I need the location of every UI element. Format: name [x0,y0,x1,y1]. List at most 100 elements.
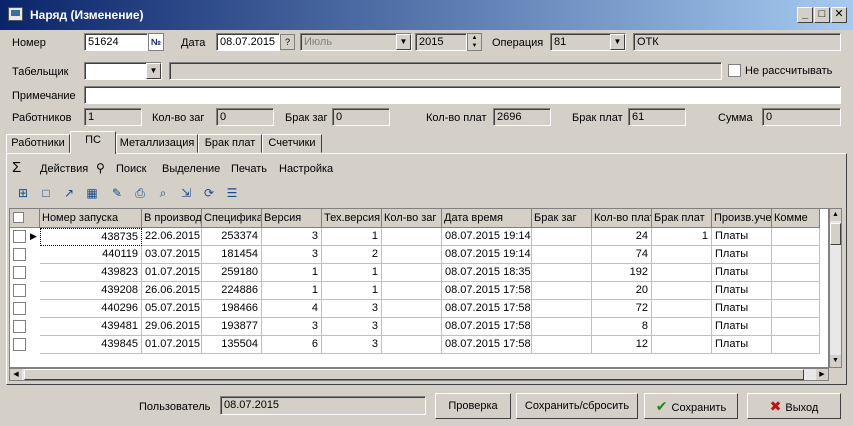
table-cell[interactable] [772,282,820,300]
table-cell[interactable]: 22.06.2015 [142,228,202,246]
table-cell[interactable]: 05.07.2015 [142,300,202,318]
column-header[interactable]: В производ [142,209,202,228]
paint-icon[interactable]: ✎ [108,184,126,202]
table-cell[interactable]: 20 [592,282,652,300]
table-cell[interactable]: 193877 [202,318,262,336]
column-header[interactable]: Комме [772,209,820,228]
table-cell[interactable] [532,228,592,246]
new-doc-icon[interactable]: □ [37,184,55,202]
table-cell[interactable]: Платы [712,318,772,336]
table-cell[interactable] [772,318,820,336]
tab-schetchiki[interactable]: Счетчики [262,134,322,153]
column-header[interactable]: Тех.версия [322,209,382,228]
scroll-down-icon[interactable]: ▼ [830,355,841,367]
table-cell[interactable]: Платы [712,228,772,246]
table-cell[interactable]: 1 [262,282,322,300]
table-cell[interactable]: 440119 [40,246,142,264]
table-cell[interactable]: 439481 [40,318,142,336]
column-header[interactable]: Специфика [202,209,262,228]
table-cell[interactable]: 224886 [202,282,262,300]
ne-rasschit-checkbox[interactable] [728,64,741,77]
check-button[interactable]: Проверка [435,393,511,419]
primech-field[interactable] [84,86,841,104]
table-cell[interactable] [772,246,820,264]
table-cell[interactable] [652,246,712,264]
table-cell[interactable]: 6 [262,336,322,354]
table-cell[interactable]: 2 [322,246,382,264]
calculator-icon[interactable]: ▦ [83,184,101,202]
tab-rabotniki[interactable]: Работники [6,134,70,153]
table-cell[interactable] [382,228,442,246]
table-cell[interactable]: Платы [712,300,772,318]
row-checkbox[interactable] [13,266,26,279]
table-cell[interactable]: 198466 [202,300,262,318]
table-cell[interactable]: 1 [322,228,382,246]
table-cell[interactable] [772,228,820,246]
table-cell[interactable] [532,318,592,336]
tab-ps[interactable]: ПС [70,131,116,154]
column-header[interactable]: Дата время [442,209,532,228]
add-row-icon[interactable]: ⊞ [14,184,32,202]
table-cell[interactable]: 1 [322,282,382,300]
table-cell[interactable] [382,318,442,336]
table-cell[interactable]: 3 [262,228,322,246]
column-header[interactable]: Брак заг [532,209,592,228]
table-cell[interactable]: 439823 [40,264,142,282]
table-cell[interactable]: 08.07.2015 17:58: [442,282,532,300]
table-cell[interactable] [772,264,820,282]
table-cell[interactable]: 12 [592,336,652,354]
table-cell[interactable]: 440296 [40,300,142,318]
table-cell[interactable]: 01.07.2015 [142,264,202,282]
chevron-down-icon[interactable]: ▼ [396,34,411,50]
table-cell[interactable]: 438735 [40,228,142,246]
table-cell[interactable] [772,336,820,354]
table-cell[interactable]: 4 [262,300,322,318]
number-button[interactable]: № [148,33,164,51]
table-cell[interactable] [382,264,442,282]
scroll-left-icon[interactable]: ◀ [10,369,22,380]
year-spinner[interactable]: ▲ ▼ [467,33,482,51]
nomer-field[interactable]: 51624 [84,33,148,51]
table-cell[interactable]: 1 [262,264,322,282]
table-cell[interactable]: 08.07.2015 17:58: [442,336,532,354]
menu-pechat[interactable]: Печать [231,163,267,175]
table-cell[interactable] [532,300,592,318]
table-cell[interactable]: 439208 [40,282,142,300]
maximize-button[interactable]: □ [814,7,830,23]
table-cell[interactable]: 253374 [202,228,262,246]
tab-brak-plat[interactable]: Брак плат [198,134,262,153]
column-header[interactable]: Кол-во заг [382,209,442,228]
table-cell[interactable]: Платы [712,336,772,354]
sigma-icon[interactable]: Σ [12,159,21,176]
save-reset-button[interactable]: Сохранить/сбросить [516,393,638,419]
table-cell[interactable]: Платы [712,246,772,264]
year-field[interactable]: 2015 [415,33,467,51]
row-checkbox[interactable] [13,338,26,351]
refresh-icon[interactable]: ⟳ [200,184,218,202]
table-cell[interactable] [532,264,592,282]
save-button[interactable]: ✔ Сохранить [644,393,738,419]
close-button[interactable]: ✕ [831,7,847,23]
chevron-down-icon[interactable]: ▼ [610,34,625,50]
table-cell[interactable]: 08.07.2015 17:58: [442,300,532,318]
table-cell[interactable]: 1 [652,228,712,246]
scroll-up-icon[interactable]: ▲ [830,209,841,221]
table-cell[interactable]: 26.06.2015 [142,282,202,300]
table-cell[interactable]: 3 [262,246,322,264]
table-cell[interactable]: 259180 [202,264,262,282]
date-field[interactable]: 08.07.2015 [216,33,280,51]
row-checkbox[interactable] [13,230,26,243]
report-icon[interactable]: ☰ [223,184,241,202]
table-cell[interactable]: 3 [322,300,382,318]
select-all-checkbox[interactable] [13,212,24,223]
table-cell[interactable]: 08.07.2015 18:35: [442,264,532,282]
table-cell[interactable]: Платы [712,264,772,282]
menu-vydelenie[interactable]: Выделение [162,163,220,175]
row-checkbox[interactable] [13,248,26,261]
table-cell[interactable]: 8 [592,318,652,336]
table-cell[interactable]: 181454 [202,246,262,264]
minimize-button[interactable]: _ [797,7,813,23]
table-cell[interactable]: 192 [592,264,652,282]
table-cell[interactable] [652,282,712,300]
table-cell[interactable] [382,246,442,264]
